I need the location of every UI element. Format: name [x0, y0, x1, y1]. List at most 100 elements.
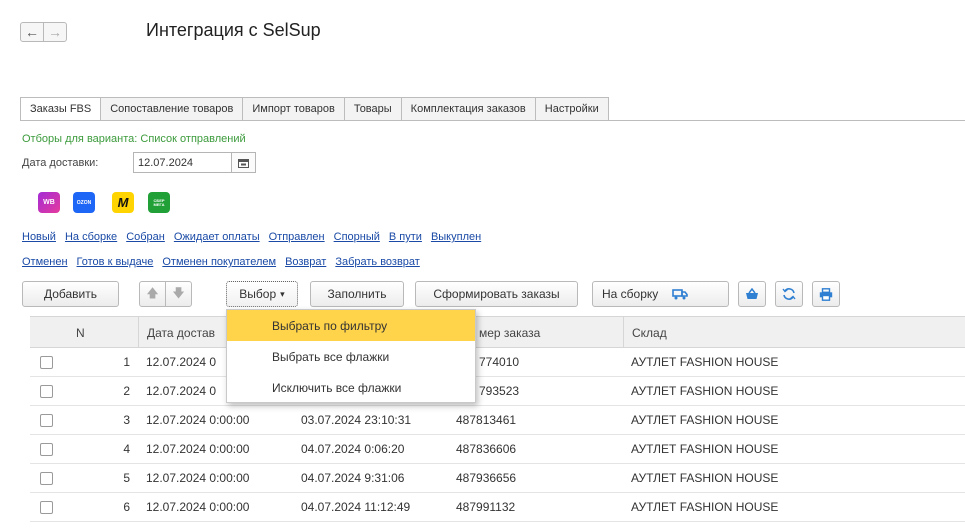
- add-button[interactable]: Добавить: [22, 281, 119, 307]
- status-link-disputed[interactable]: Спорный: [334, 231, 380, 243]
- column-header-n[interactable]: N: [68, 317, 138, 348]
- sber-logo-text: СБЕР МЕГА: [153, 197, 165, 207]
- status-filter-row-1: Новый На сборке Собран Ожидает оплаты От…: [22, 231, 481, 243]
- warehouse-cell: АУТЛЕТ FASHION HOUSE: [631, 442, 779, 456]
- choose-dropdown-button[interactable]: Выбор ▾: [226, 281, 298, 307]
- table-row[interactable]: 1 12.07.2024 0 774010 АУТЛЕТ FASHION HOU…: [30, 348, 965, 377]
- row-number: 5: [123, 471, 130, 485]
- fill-button[interactable]: Заполнить: [310, 281, 404, 307]
- tab-product-matching[interactable]: Сопоставление товаров: [101, 97, 244, 121]
- created-date-cell: 04.07.2024 0:06:20: [301, 442, 405, 456]
- table-row[interactable]: 6 12.07.2024 0:00:00 04.07.2024 11:12:49…: [30, 493, 965, 522]
- status-link-return[interactable]: Возврат: [285, 256, 326, 268]
- menu-item-select-all-flags[interactable]: Выбрать все флажки: [227, 341, 475, 372]
- choose-button-label: Выбор: [239, 287, 277, 301]
- table-row[interactable]: 3 12.07.2024 0:00:00 03.07.2024 23:10:31…: [30, 406, 965, 435]
- tab-order-picking[interactable]: Комплектация заказов: [401, 97, 536, 121]
- row-number: 6: [123, 500, 130, 514]
- status-link-assembled[interactable]: Собран: [126, 231, 165, 243]
- row-number: 1: [123, 355, 130, 369]
- row-checkbox[interactable]: [40, 442, 53, 456]
- status-link-ready-for-pickup[interactable]: Готов к выдаче: [77, 256, 154, 268]
- ozon-logo-button[interactable]: OZON: [73, 192, 95, 213]
- delivery-date-label: Дата доставки:: [22, 157, 99, 169]
- row-number: 2: [123, 384, 130, 398]
- choose-dropdown-menu: Выбрать по фильтру Выбрать все флажки Ис…: [226, 309, 476, 403]
- order-number-cell: 774010: [479, 355, 520, 369]
- tab-product-import[interactable]: Импорт товаров: [243, 97, 345, 121]
- created-date-cell: 04.07.2024 11:12:49: [301, 500, 411, 514]
- table-row[interactable]: 2 12.07.2024 0 793523 АУТЛЕТ FASHION HOU…: [30, 377, 965, 406]
- back-button[interactable]: ←: [20, 22, 44, 42]
- status-link-assembling[interactable]: На сборке: [65, 231, 117, 243]
- warehouse-cell: АУТЛЕТ FASHION HOUSE: [631, 355, 779, 369]
- sbermegamarket-logo-button[interactable]: СБЕР МЕГА: [148, 192, 170, 213]
- table-header: N Дата достав мер заказа Склад: [30, 316, 965, 348]
- menu-item-clear-all-flags[interactable]: Исключить все флажки: [227, 372, 475, 403]
- warehouse-cell: АУТЛЕТ FASHION HOUSE: [631, 413, 779, 427]
- tab-fbs-orders[interactable]: Заказы FBS: [20, 97, 102, 121]
- tab-products[interactable]: Товары: [344, 97, 402, 121]
- printer-icon: [819, 287, 833, 301]
- orders-table: N Дата достав мер заказа Склад 1 12.07.2…: [30, 316, 965, 522]
- table-row[interactable]: 5 12.07.2024 0:00:00 04.07.2024 9:31:06 …: [30, 464, 965, 493]
- print-button[interactable]: [812, 281, 840, 307]
- status-link-awaiting-payment[interactable]: Ожидает оплаты: [174, 231, 260, 243]
- status-link-pick-up-return[interactable]: Забрать возврат: [335, 256, 420, 268]
- order-number-cell: 487836606: [456, 442, 517, 456]
- to-assembly-button[interactable]: На сборку: [592, 281, 729, 307]
- yandex-market-logo-button[interactable]: M: [112, 192, 134, 213]
- refresh-button[interactable]: [775, 281, 803, 307]
- wildberries-logo-button[interactable]: WB: [38, 192, 60, 213]
- row-checkbox[interactable]: [40, 384, 53, 398]
- forward-button[interactable]: →: [43, 22, 67, 42]
- delivery-date-cell: 12.07.2024 0: [146, 355, 217, 369]
- created-date-cell: 03.07.2024 23:10:31: [301, 413, 412, 427]
- move-up-button[interactable]: 🡅: [139, 281, 166, 307]
- row-checkbox[interactable]: [40, 471, 53, 485]
- menu-item-select-by-filter[interactable]: Выбрать по фильтру: [227, 310, 475, 341]
- row-checkbox[interactable]: [40, 413, 53, 427]
- row-checkbox[interactable]: [40, 500, 53, 514]
- filter-caption: Отборы для варианта: Список отправлений: [22, 133, 246, 145]
- wb-logo-text: WB: [43, 199, 55, 206]
- warehouse-cell: АУТЛЕТ FASHION HOUSE: [631, 500, 779, 514]
- status-link-new[interactable]: Новый: [22, 231, 56, 243]
- status-link-bought-out[interactable]: Выкуплен: [431, 231, 481, 243]
- delivery-date-cell: 12.07.2024 0:00:00: [146, 471, 250, 485]
- order-number-cell: 487936656: [456, 471, 517, 485]
- calendar-button[interactable]: [232, 152, 256, 173]
- to-assembly-label: На сборку: [602, 287, 659, 301]
- arrow-left-icon: ←: [25, 24, 39, 40]
- delivery-date-cell: 12.07.2024 0:00:00: [146, 442, 250, 456]
- tab-divider: [20, 120, 965, 121]
- warehouse-cell: АУТЛЕТ FASHION HOUSE: [631, 384, 779, 398]
- status-link-in-transit[interactable]: В пути: [389, 231, 422, 243]
- basket-button[interactable]: [738, 281, 766, 307]
- tab-settings[interactable]: Настройки: [535, 97, 609, 121]
- column-header-warehouse[interactable]: Склад: [623, 317, 965, 348]
- delivery-date-input[interactable]: [133, 152, 232, 173]
- calendar-icon: [238, 158, 249, 168]
- order-number-cell: 487991132: [456, 500, 516, 514]
- status-link-cancelled-by-buyer[interactable]: Отменен покупателем: [162, 256, 276, 268]
- delivery-date-cell: 12.07.2024 0:00:00: [146, 413, 250, 427]
- warehouse-cell: АУТЛЕТ FASHION HOUSE: [631, 471, 779, 485]
- tab-bar: Заказы FBS Сопоставление товаров Импорт …: [20, 97, 609, 121]
- page-title: Интеграция с SelSup: [146, 20, 321, 40]
- status-link-shipped[interactable]: Отправлен: [269, 231, 325, 243]
- basket-icon: [746, 288, 758, 299]
- status-link-cancelled[interactable]: Отменен: [22, 256, 68, 268]
- truck-icon: [672, 289, 689, 300]
- yandex-market-logo-text: M: [117, 195, 129, 210]
- created-date-cell: 04.07.2024 9:31:06: [301, 471, 405, 485]
- table-row[interactable]: 4 12.07.2024 0:00:00 04.07.2024 0:06:20 …: [30, 435, 965, 464]
- order-number-cell: 487813461: [456, 413, 517, 427]
- arrow-right-icon: →: [48, 24, 62, 40]
- arrow-down-icon: 🡇: [172, 285, 185, 300]
- chevron-down-icon: ▾: [280, 288, 285, 299]
- row-number: 3: [123, 413, 130, 427]
- row-checkbox[interactable]: [40, 355, 53, 369]
- move-down-button[interactable]: 🡇: [165, 281, 192, 307]
- form-orders-button[interactable]: Сформировать заказы: [415, 281, 578, 307]
